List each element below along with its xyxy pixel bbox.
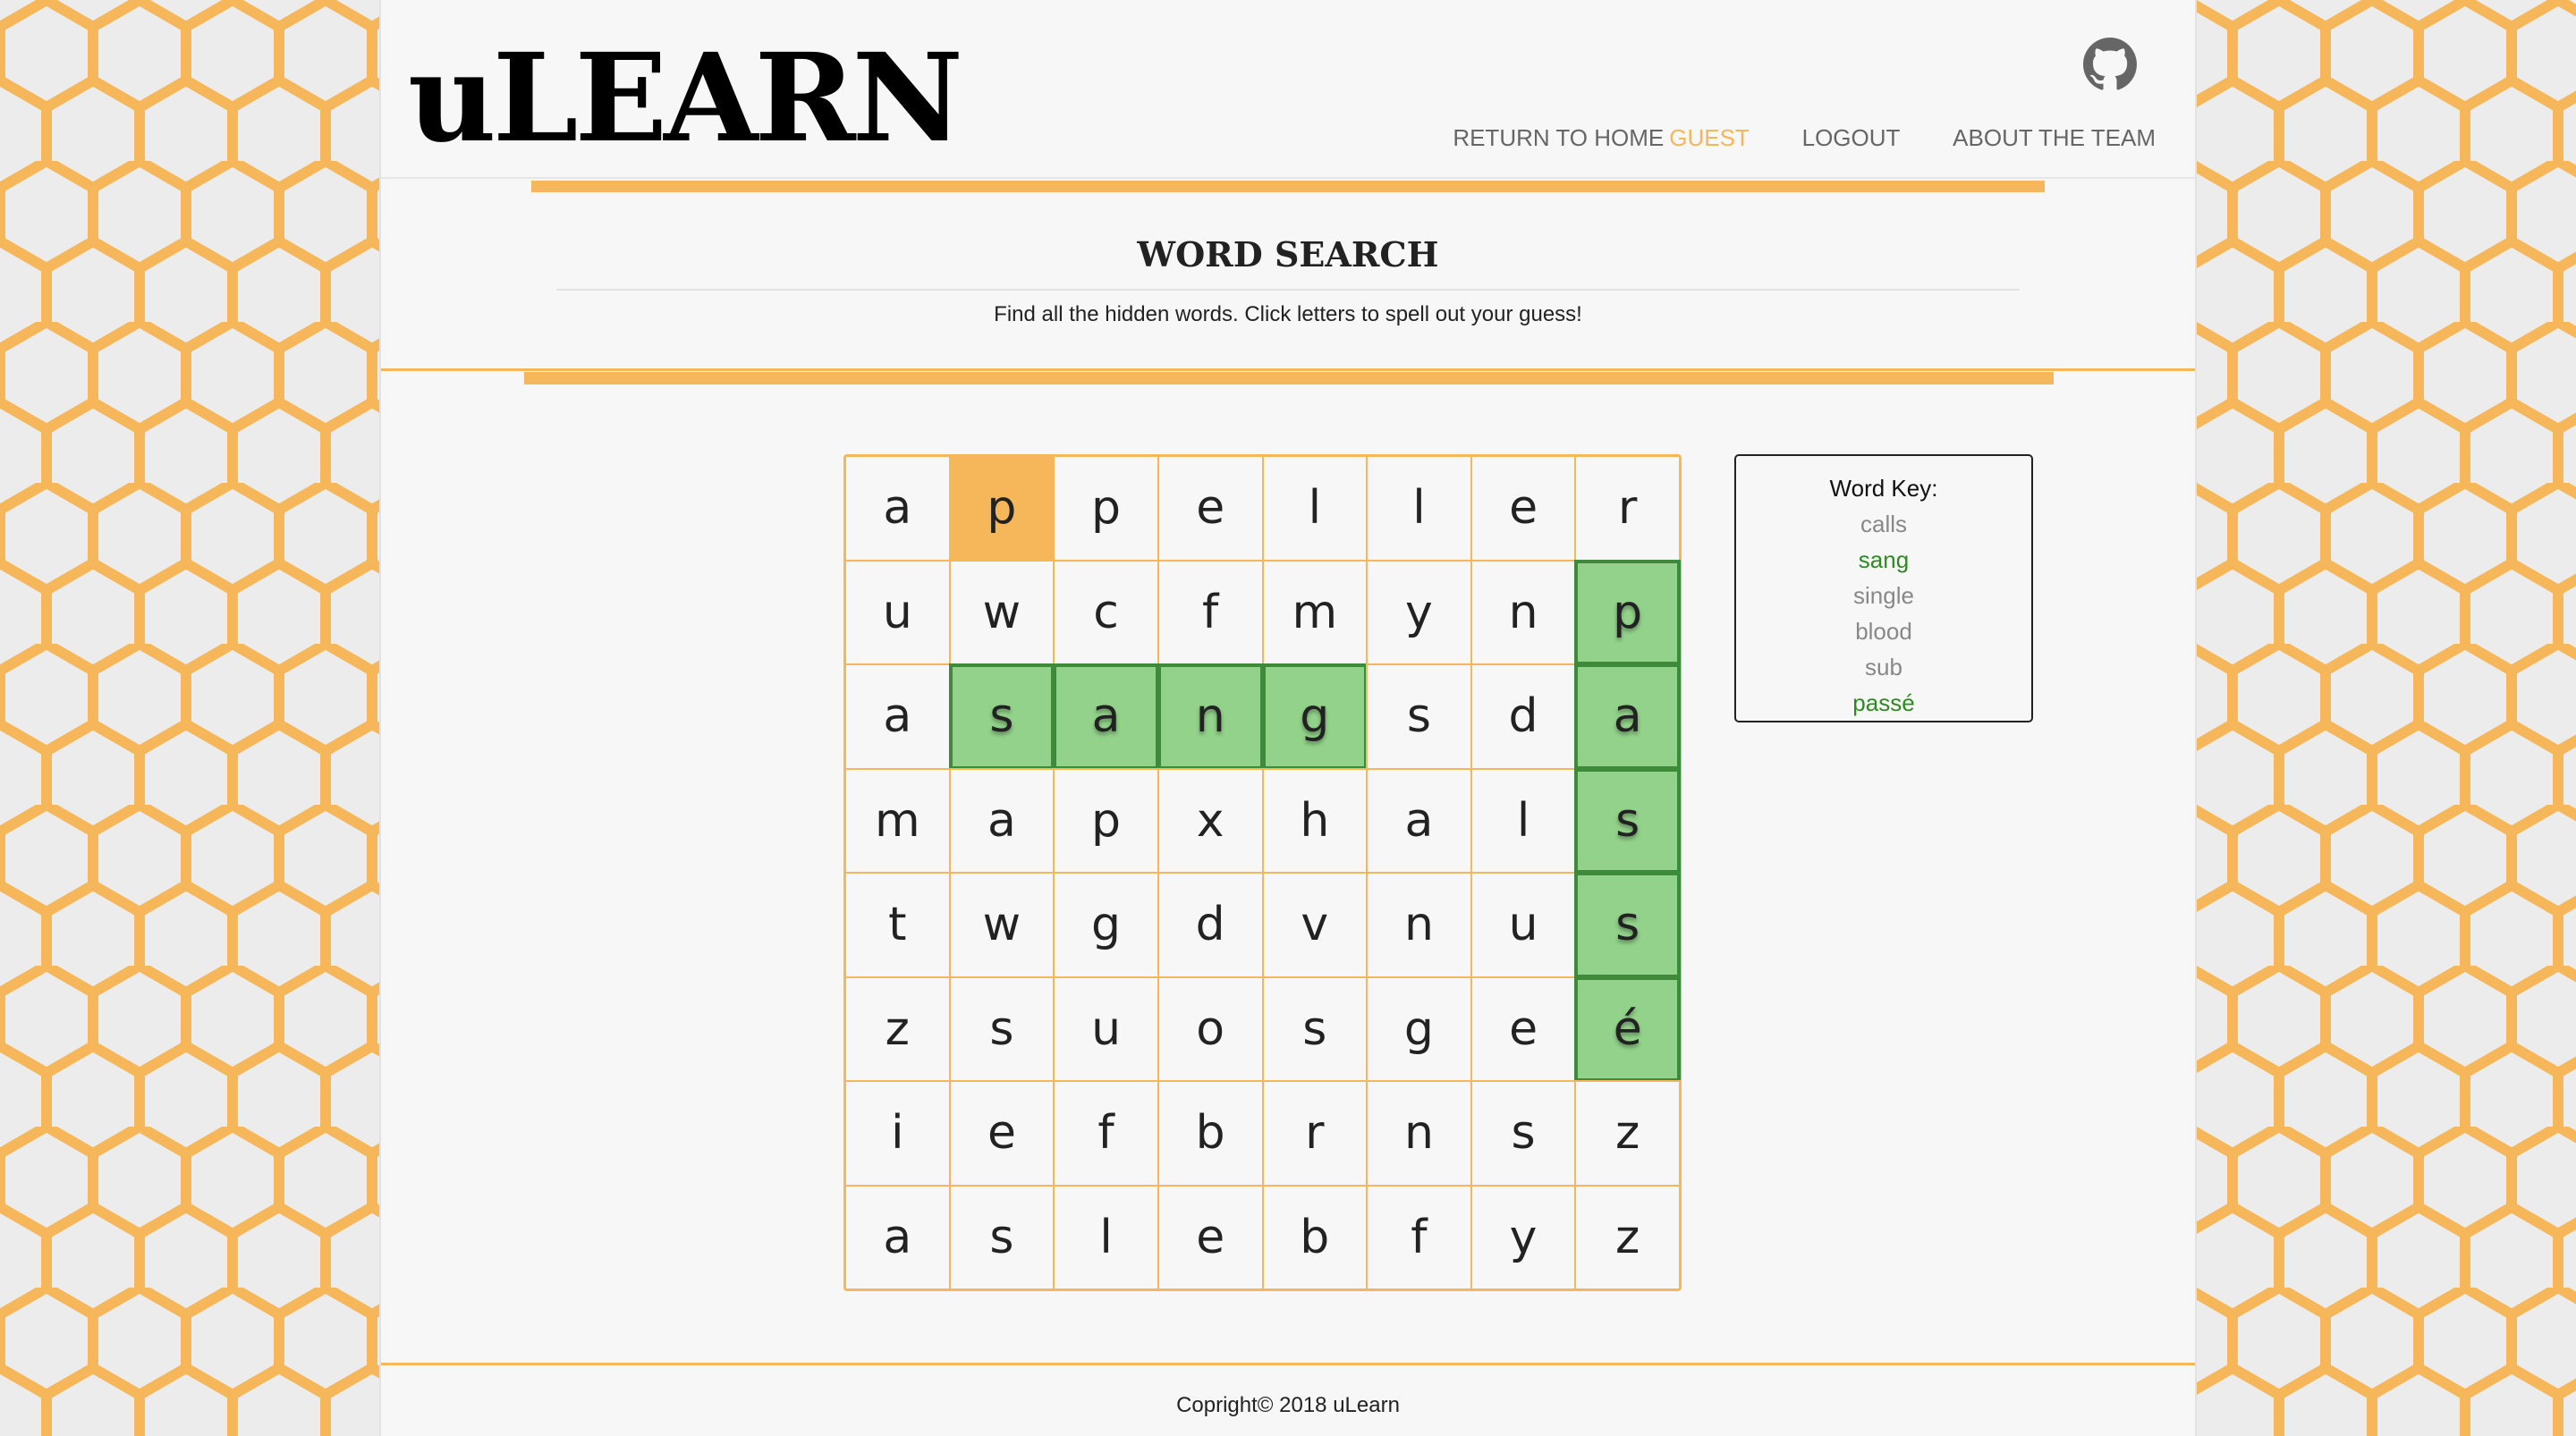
letter-cell[interactable]: s xyxy=(1261,976,1368,1082)
word-search-grid: appelleruwcfmynpasangsdamapxhalstwgdvnus… xyxy=(843,454,1682,1291)
site-logo[interactable]: uLEARN xyxy=(408,18,963,179)
letter-cell[interactable]: u xyxy=(1053,976,1159,1082)
letter-cell[interactable]: z xyxy=(1574,1080,1681,1187)
word-key-panel: Word Key: calls sang single blood sub passé xyxy=(1734,454,2033,722)
letter-cell[interactable]: e xyxy=(1157,455,1264,562)
main-container: uLEARN RETURN TO HOME GUEST LOGOUT ABOUT … xyxy=(379,0,2197,1436)
letter-cell[interactable]: h xyxy=(1261,767,1368,874)
nav-about-team[interactable]: ABOUT THE TEAM xyxy=(1953,124,2156,151)
letter-cell[interactable]: é xyxy=(1574,976,1681,1082)
title-divider xyxy=(556,289,2020,291)
letter-cell[interactable]: m xyxy=(1261,559,1368,665)
letter-cell[interactable]: a xyxy=(844,455,951,562)
letter-cell[interactable]: u xyxy=(1470,872,1577,978)
letter-cell[interactable]: a xyxy=(948,767,1055,874)
footer-divider xyxy=(381,1363,2195,1365)
word-key-title: Word Key: xyxy=(1829,475,1938,502)
page-subtitle: Find all the hidden words. Click letters… xyxy=(994,302,1582,326)
footer-copyright: Copright© 2018 uLearn xyxy=(1176,1393,1400,1417)
letter-cell[interactable]: a xyxy=(1574,663,1681,770)
letter-cell[interactable]: a xyxy=(1053,663,1159,770)
letter-cell[interactable]: n xyxy=(1366,1080,1472,1187)
letter-cell[interactable]: z xyxy=(1574,1184,1681,1290)
letter-cell[interactable]: s xyxy=(1366,663,1472,770)
word-key-item: calls xyxy=(1860,511,1907,537)
letter-cell[interactable]: l xyxy=(1261,455,1368,562)
letter-cell[interactable]: f xyxy=(1053,1080,1159,1187)
letter-cell[interactable]: l xyxy=(1366,455,1472,562)
letter-cell[interactable]: g xyxy=(1053,872,1159,978)
letter-cell[interactable]: v xyxy=(1261,872,1368,978)
letter-cell[interactable]: t xyxy=(844,872,951,978)
letter-cell[interactable]: d xyxy=(1157,872,1264,978)
letter-cell[interactable]: c xyxy=(1053,559,1159,665)
letter-cell[interactable]: n xyxy=(1470,559,1577,665)
letter-cell[interactable]: n xyxy=(1157,663,1264,770)
letter-cell[interactable]: o xyxy=(1157,976,1264,1082)
word-key-list: calls sang single blood sub passé xyxy=(1736,506,2031,721)
letter-cell[interactable]: z xyxy=(844,976,951,1082)
page-title: WORD SEARCH xyxy=(1137,234,1439,275)
word-key-item: passé xyxy=(1852,689,1915,716)
letter-cell[interactable]: d xyxy=(1470,663,1577,770)
letter-cell[interactable]: l xyxy=(1470,767,1577,874)
letter-cell[interactable]: l xyxy=(1053,1184,1159,1290)
letter-cell[interactable]: f xyxy=(1157,559,1264,665)
letter-cell[interactable]: n xyxy=(1366,872,1472,978)
nav-bar: RETURN TO HOME GUEST LOGOUT ABOUT THE TEA… xyxy=(1453,120,2156,156)
letter-cell[interactable]: s xyxy=(1574,872,1681,978)
letter-cell[interactable]: g xyxy=(1261,663,1368,770)
word-key-item: sub xyxy=(1865,654,1902,680)
letter-cell[interactable]: y xyxy=(1366,559,1472,665)
section-divider xyxy=(381,368,2195,371)
letter-cell[interactable]: g xyxy=(1366,976,1472,1082)
letter-cell[interactable]: i xyxy=(844,1080,951,1187)
letter-cell[interactable]: a xyxy=(844,663,951,770)
letter-cell[interactable]: s xyxy=(1470,1080,1577,1187)
letter-cell[interactable]: s xyxy=(948,976,1055,1082)
word-key-item: single xyxy=(1853,582,1914,609)
accent-bar xyxy=(524,372,2054,384)
nav-guest-label: GUEST xyxy=(1669,124,1750,151)
site-header: uLEARN RETURN TO HOME GUEST LOGOUT ABOUT … xyxy=(381,0,2195,179)
letter-cell[interactable]: f xyxy=(1366,1184,1472,1290)
letter-cell[interactable]: e xyxy=(948,1080,1055,1187)
accent-bar xyxy=(531,181,2045,192)
nav-return-home[interactable]: RETURN TO HOME GUEST xyxy=(1453,124,1749,151)
letter-cell[interactable]: w xyxy=(948,872,1055,978)
letter-cell[interactable]: r xyxy=(1261,1080,1368,1187)
letter-cell[interactable]: s xyxy=(948,1184,1055,1290)
nav-return-home-label: RETURN TO HOME xyxy=(1453,124,1665,151)
letter-cell[interactable]: e xyxy=(1157,1184,1264,1290)
letter-cell[interactable]: a xyxy=(844,1184,951,1290)
word-key-item: blood xyxy=(1855,618,1912,645)
letter-cell[interactable]: e xyxy=(1470,976,1577,1082)
letter-cell[interactable]: x xyxy=(1157,767,1264,874)
letter-cell[interactable]: r xyxy=(1574,455,1681,562)
github-icon[interactable] xyxy=(2083,38,2137,91)
word-key-item: sang xyxy=(1858,546,1910,573)
letter-cell[interactable]: b xyxy=(1261,1184,1368,1290)
letter-cell[interactable]: m xyxy=(844,767,951,874)
letter-cell[interactable]: p xyxy=(1574,559,1681,665)
letter-cell[interactable]: s xyxy=(1574,767,1681,874)
letter-cell[interactable]: p xyxy=(1053,767,1159,874)
letter-cell[interactable]: a xyxy=(1366,767,1472,874)
letter-cell[interactable]: y xyxy=(1470,1184,1577,1290)
nav-logout[interactable]: LOGOUT xyxy=(1802,124,1900,151)
letter-cell[interactable]: e xyxy=(1470,455,1577,562)
letter-cell[interactable]: w xyxy=(948,559,1055,665)
letter-cell[interactable]: u xyxy=(844,559,951,665)
letter-cell[interactable]: p xyxy=(1053,455,1159,562)
letter-cell[interactable]: p xyxy=(948,455,1055,562)
letter-cell[interactable]: b xyxy=(1157,1080,1264,1187)
letter-cell[interactable]: s xyxy=(948,663,1055,770)
